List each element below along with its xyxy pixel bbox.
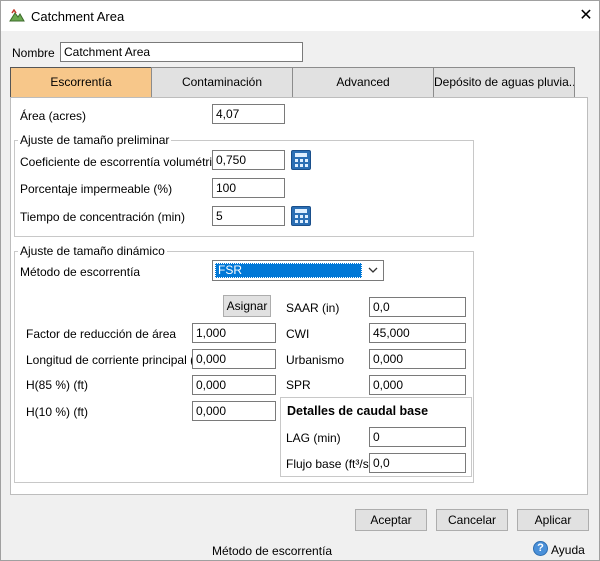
- catchment-app-icon: [9, 9, 25, 22]
- runoff-method-select[interactable]: FSR: [212, 260, 384, 281]
- name-input[interactable]: Catchment Area: [60, 42, 303, 62]
- tab-deposito[interactable]: Depósito de aguas pluvia...: [433, 67, 575, 98]
- h85-label: H(85 %) (ft): [26, 378, 89, 392]
- tc-label: Tiempo de concentración (min): [20, 210, 185, 224]
- runoff-method-value: FSR: [215, 263, 362, 278]
- baseflow-title: Detalles de caudal base: [287, 404, 429, 418]
- title-bar[interactable]: Catchment Area ✕: [1, 1, 599, 31]
- impervious-input[interactable]: 100: [212, 178, 285, 198]
- area-label: Área (acres): [20, 109, 87, 123]
- window-title: Catchment Area: [31, 9, 125, 24]
- runoff-method-label: Método de escorrentía: [20, 265, 141, 279]
- cancel-button[interactable]: Cancelar: [436, 509, 508, 531]
- spr-label: SPR: [286, 378, 311, 392]
- name-label: Nombre: [12, 46, 55, 60]
- help-link[interactable]: Ayuda: [551, 543, 585, 557]
- apply-button[interactable]: Aplicar: [517, 509, 589, 531]
- lag-label: LAG (min): [286, 431, 341, 445]
- area-input[interactable]: 4,07: [212, 104, 285, 124]
- saar-label: SAAR (in): [286, 301, 340, 315]
- runoff-coef-input[interactable]: 0,750: [212, 150, 285, 170]
- area-reduction-input[interactable]: 1,000: [192, 323, 276, 343]
- saar-input[interactable]: 0,0: [369, 297, 466, 317]
- cwi-input[interactable]: 45,000: [369, 323, 466, 343]
- calculator-icon[interactable]: [291, 206, 311, 226]
- h10-input[interactable]: 0,000: [192, 401, 276, 421]
- stream-length-label: Longitud de corriente principal (ft): [26, 353, 205, 367]
- area-reduction-label: Factor de reducción de área: [26, 327, 177, 341]
- impervious-label: Porcentaje impermeable (%): [20, 182, 173, 196]
- h85-input[interactable]: 0,000: [192, 375, 276, 395]
- runoff-coef-label: Coeficiente de escorrentía volumétrica: [20, 155, 225, 169]
- tc-input[interactable]: 5: [212, 206, 285, 226]
- help-icon[interactable]: ?: [533, 541, 548, 556]
- baseflow-input[interactable]: 0,0: [369, 453, 466, 473]
- stream-length-input[interactable]: 0,000: [192, 349, 276, 369]
- calculator-icon[interactable]: [291, 150, 311, 170]
- urban-input[interactable]: 0,000: [369, 349, 466, 369]
- tab-escorrentia[interactable]: Escorrentía: [10, 67, 152, 98]
- cwi-label: CWI: [286, 327, 310, 341]
- accept-button[interactable]: Aceptar: [355, 509, 427, 531]
- status-text: Método de escorrentía: [212, 544, 333, 558]
- prelim-group-title: Ajuste de tamaño preliminar: [18, 133, 172, 147]
- spr-input[interactable]: 0,000: [369, 375, 466, 395]
- tab-advanced[interactable]: Advanced: [292, 67, 434, 98]
- dynamic-group-title: Ajuste de tamaño dinámico: [18, 244, 167, 258]
- urban-label: Urbanismo: [286, 353, 345, 367]
- close-icon[interactable]: ✕: [575, 5, 597, 27]
- lag-input[interactable]: 0: [369, 427, 466, 447]
- baseflow-label: Flujo base (ft³/s): [286, 457, 373, 471]
- h10-label: H(10 %) (ft): [26, 405, 89, 419]
- assign-button[interactable]: Asignar: [223, 295, 271, 317]
- tab-contaminacion[interactable]: Contaminación: [151, 67, 293, 98]
- tab-strip: Escorrentía Contaminación Advanced Depós…: [10, 67, 575, 98]
- chevron-down-icon: [368, 267, 378, 273]
